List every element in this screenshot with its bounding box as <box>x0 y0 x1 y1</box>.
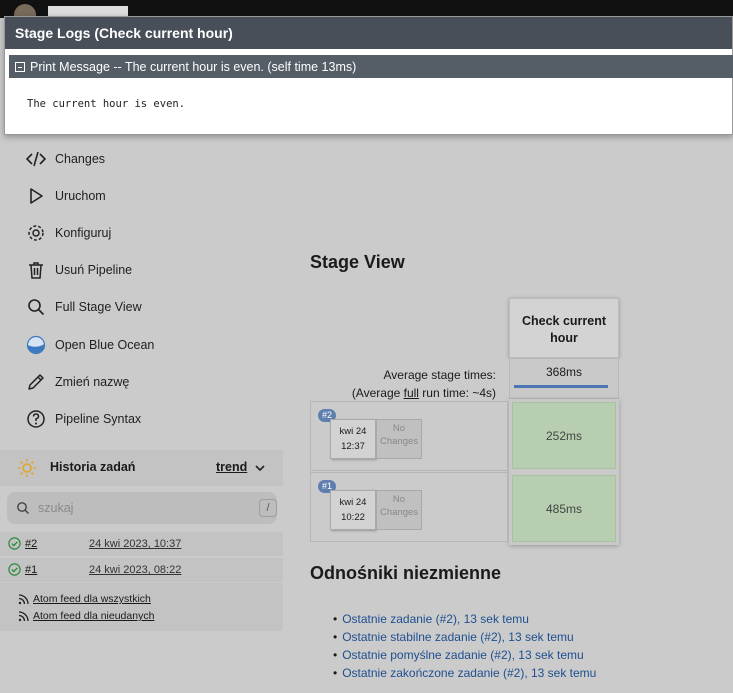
run-row: #1 kwi 24 10:22 No Changes <box>310 472 508 542</box>
log-step-label: Print Message -- The current hour is eve… <box>30 59 357 74</box>
build-row[interactable]: #2 24 kwi 2023, 10:37 <box>0 532 283 556</box>
chevron-down-icon[interactable] <box>254 462 266 474</box>
search-icon <box>17 502 29 514</box>
feed-failed-label: Atom feed dla nieudanych <box>33 610 155 622</box>
sidebar-item-label: Open Blue Ocean <box>55 338 155 352</box>
build-search-input[interactable]: szukaj / <box>7 492 277 524</box>
permalink-item[interactable]: Ostatnie zakończone zadanie (#2), 13 sek… <box>333 664 596 682</box>
average-run-time-label: (Average full run time: ~4s) <box>351 386 496 400</box>
feed-failed-link[interactable]: Atom feed dla nieudanych <box>18 610 154 622</box>
gear-icon <box>28 225 44 241</box>
feed-all-label: Atom feed dla wszystkich <box>33 593 151 605</box>
build-date-link[interactable]: 24 kwi 2023, 08:22 <box>89 564 181 576</box>
average-stage-time: 368ms <box>509 358 619 399</box>
build-history-title: Historia zadań <box>50 460 136 474</box>
stage-header: Check current hour <box>509 298 619 358</box>
full-run-link[interactable]: full <box>404 386 419 400</box>
log-step-header[interactable]: Print Message -- The current hour is eve… <box>9 55 733 78</box>
sidebar-item-delete[interactable]: Usuń Pipeline <box>26 259 132 281</box>
code-icon <box>26 151 46 167</box>
permalink-item[interactable]: Ostatnie stabilne zadanie (#2), 13 sek t… <box>333 628 596 646</box>
run-changes: No Changes <box>376 490 422 530</box>
permalink-item[interactable]: Ostatnie pomyślne zadanie (#2), 13 sek t… <box>333 646 596 664</box>
stage-logs-dialog: Stage Logs (Check current hour) Print Me… <box>4 16 733 135</box>
average-times-label: Average stage times: (Average full run t… <box>330 366 496 402</box>
permalinks-list: Ostatnie zadanie (#2), 13 sek temu Ostat… <box>333 610 596 682</box>
sidebar-item-label: Usuń Pipeline <box>55 263 133 277</box>
sidebar-item-run[interactable]: Uruchom <box>26 185 106 207</box>
sidebar-item-label: Konfiguruj <box>55 226 112 240</box>
average-stage-times-label: Average stage times: <box>383 368 496 382</box>
trash-icon <box>29 262 43 279</box>
permalink-item[interactable]: Ostatnie zadanie (#2), 13 sek temu <box>333 610 596 628</box>
success-icon <box>8 537 21 550</box>
run-changes: No Changes <box>376 419 422 459</box>
search-placeholder: szukaj <box>38 501 74 515</box>
stage-cell-success[interactable]: 252ms <box>512 402 616 469</box>
collapse-icon[interactable] <box>15 61 25 72</box>
rss-icon <box>18 610 29 621</box>
run-date-day: kwi 24 <box>339 426 367 437</box>
search-icon <box>28 299 45 316</box>
sidebar-item-pipeline-syntax[interactable]: Pipeline Syntax <box>26 408 141 430</box>
sun-icon <box>18 459 36 477</box>
sidebar-item-blue-ocean[interactable]: Open Blue Ocean <box>26 334 154 356</box>
trend-link[interactable]: trend <box>216 460 247 474</box>
run-date[interactable]: kwi 24 12:37 <box>330 419 376 459</box>
build-date-link[interactable]: 24 kwi 2023, 10:37 <box>89 538 181 550</box>
average-time-bar <box>514 385 608 388</box>
pencil-icon <box>28 374 44 390</box>
blue-ocean-icon <box>26 335 46 355</box>
search-shortcut-hint: / <box>259 499 277 517</box>
atom-feeds: Atom feed dla wszystkich Atom feed dla n… <box>0 583 283 631</box>
sidebar-item-label: Uruchom <box>55 189 106 203</box>
run-date-time: 12:37 <box>341 441 365 452</box>
run-date[interactable]: kwi 24 10:22 <box>330 490 376 530</box>
rss-icon <box>18 593 29 604</box>
dialog-title: Stage Logs (Check current hour) <box>5 17 732 49</box>
sidebar-item-changes[interactable]: Changes <box>26 148 105 170</box>
sidebar-item-label: Pipeline Syntax <box>55 412 142 426</box>
sidebar-item-rename[interactable]: Zmień nazwę <box>26 371 129 393</box>
sidebar-item-configure[interactable]: Konfiguruj <box>26 222 111 244</box>
sidebar-item-label: Zmień nazwę <box>55 375 130 389</box>
log-output: The current hour is even. <box>27 98 186 110</box>
help-icon <box>27 410 45 428</box>
sidebar-item-full-stage-view[interactable]: Full Stage View <box>26 296 142 318</box>
sidebar-item-label: Changes <box>55 152 106 166</box>
build-history-header: Historia zadań trend <box>0 450 283 486</box>
play-icon <box>30 188 43 204</box>
run-date-day: kwi 24 <box>339 497 367 508</box>
build-row[interactable]: #1 24 kwi 2023, 08:22 <box>0 558 283 582</box>
permalinks-title: Odnośniki niezmienne <box>310 563 502 583</box>
stage-cell-success[interactable]: 485ms <box>512 475 616 542</box>
stage-view-title: Stage View <box>310 252 405 272</box>
run-date-time: 10:22 <box>341 512 365 523</box>
build-number-link[interactable]: #1 <box>25 564 37 576</box>
feed-all-link[interactable]: Atom feed dla wszystkich <box>18 593 151 605</box>
success-icon <box>8 563 21 576</box>
build-number-link[interactable]: #2 <box>25 538 37 550</box>
run-row: #2 kwi 24 12:37 No Changes <box>310 401 508 471</box>
sidebar-item-label: Full Stage View <box>55 300 142 314</box>
